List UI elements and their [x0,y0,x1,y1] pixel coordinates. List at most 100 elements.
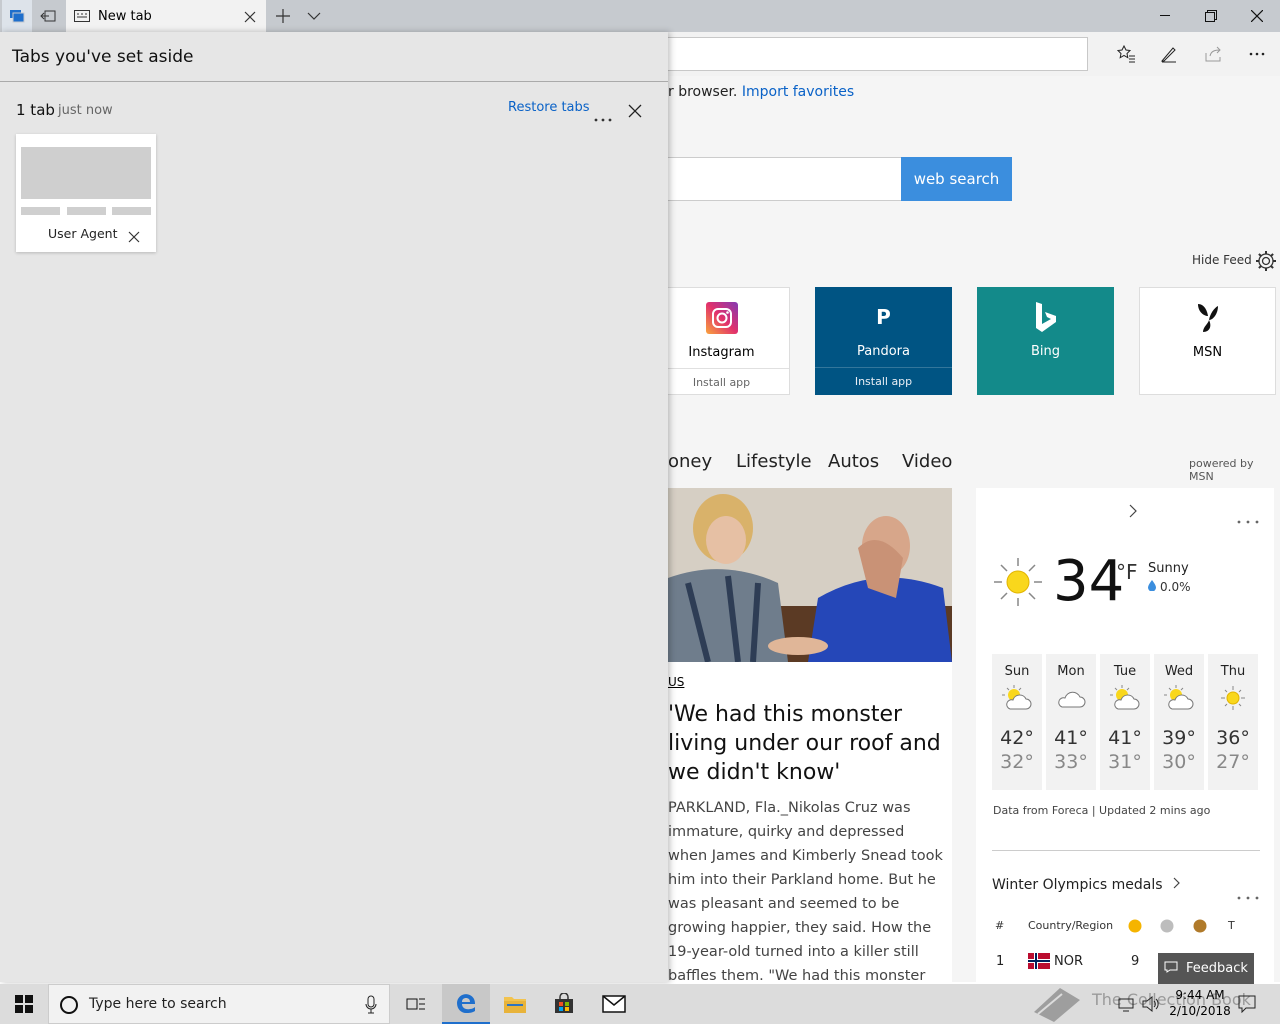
medal-gold-count: 9 [1131,954,1140,969]
bing-icon [1034,301,1058,337]
nav-autos[interactable]: Autos [828,451,879,472]
forecast-day-name: Tue [1113,664,1137,679]
forecast-high: 41° [1054,727,1088,749]
mail-icon[interactable] [590,984,638,1024]
panel-divider [0,81,668,82]
thumbnail-bar [67,207,106,215]
minimize-button[interactable] [1142,0,1188,32]
news-photo[interactable] [668,488,952,662]
edge-browser-icon[interactable] [442,984,490,1024]
raindrop-icon [1148,580,1156,594]
weather-more-icon[interactable] [1237,509,1259,528]
close-window-button[interactable] [1234,0,1280,32]
tile-msn[interactable]: MSN [1139,287,1276,395]
restore-tabs-link[interactable]: Restore tabs [508,100,590,115]
forecast-day[interactable]: Wed 39° 30° [1154,654,1204,790]
nav-money[interactable]: oney [668,451,712,472]
taskbar-clock[interactable]: 9:44 AM 2/10/2018 [1160,987,1240,1019]
gear-icon[interactable] [1255,250,1277,276]
forecast-day[interactable]: Thu 36° 27° [1208,654,1258,790]
tabs-aside-icon[interactable] [2,0,32,32]
news-summary: PARKLAND, Fla._Nikolas Cruz was immature… [668,800,943,982]
close-tab-icon[interactable] [244,8,256,27]
restore-button[interactable] [1188,0,1234,32]
notifications-icon[interactable] [1238,995,1256,1017]
new-tab-icon [74,7,90,26]
remove-aside-tab-icon[interactable] [128,228,140,247]
web-search-button[interactable]: web search [901,157,1012,201]
taskbar-search-box[interactable]: Type here to search [48,984,390,1024]
watermark-book-icon [1030,982,1084,1026]
windows-start-icon[interactable] [0,984,48,1024]
forecast-day-name: Thu [1220,664,1246,679]
medal-country: NOR [1054,954,1083,969]
forecast-day-name: Sun [1004,664,1030,679]
forecast-day[interactable]: Tue 41° 31° [1100,654,1150,790]
file-explorer-icon[interactable] [491,984,539,1024]
tile-bing[interactable]: Bing [977,287,1114,395]
clock-date: 2/10/2018 [1169,1004,1231,1018]
forecast-day[interactable]: Mon 41° 33° [1046,654,1096,790]
nav-lifestyle[interactable]: Lifestyle [736,451,812,472]
tile-name: Instagram [688,345,755,360]
tile-pandora[interactable]: P Pandora Install app [815,287,952,395]
task-view-icon[interactable] [392,984,440,1024]
feedback-button[interactable]: Feedback [1158,953,1254,984]
thumbnail-bar [112,207,151,215]
forecast-low: 27° [1216,751,1250,773]
new-tab-button[interactable] [268,0,298,32]
import-banner: r browser. Import favorites [668,84,854,100]
forecast-high: 41° [1108,727,1142,749]
partly-sunny-icon [992,685,1042,715]
install-app-link[interactable]: Install app [654,368,789,396]
col-country: Country/Region [1028,919,1114,932]
tab-group-more-icon[interactable] [594,107,612,126]
forecast-high: 39° [1162,727,1196,749]
volume-icon[interactable] [1142,995,1160,1016]
hide-feed-link[interactable]: Hide Feed [1192,253,1252,267]
precipitation: 0.0% [1148,580,1191,594]
forecast-day-name: Wed [1164,664,1194,679]
share-icon[interactable] [1193,38,1233,70]
medals-more-icon[interactable] [1237,885,1259,904]
tile-instagram[interactable]: Instagram Install app [653,287,790,395]
import-text: r browser. [668,84,738,100]
set-tabs-aside-icon[interactable] [33,0,63,32]
medals-title-text: Winter Olympics medals [992,877,1163,893]
forecast-low: 30° [1162,751,1196,773]
aside-tab-thumbnail[interactable]: User Agent [16,134,156,252]
install-app-link[interactable]: Install app [815,367,952,395]
import-favorites-link[interactable]: Import favorites [742,84,854,100]
more-icon[interactable] [1237,38,1277,70]
medals-title[interactable]: Winter Olympics medals [992,877,1181,893]
chevron-right-icon[interactable] [1128,503,1138,522]
news-headline[interactable]: 'We had this monster living under our ro… [668,700,948,787]
store-icon[interactable] [540,984,588,1024]
tab-count: 1 tab [16,101,55,119]
powered-by-msn: powered by MSN [1189,457,1254,483]
web-search-input[interactable] [640,157,902,201]
tab-group-time: just now [58,103,113,118]
nav-video[interactable]: Video [902,451,952,472]
sunny-icon [992,556,1044,612]
bronze-medal-icon [1193,918,1207,937]
temperature-unit: °F [1116,560,1138,584]
feedback-label: Feedback [1186,961,1248,976]
tab-new-tab[interactable]: New tab [66,0,266,32]
cortana-icon [59,995,79,1019]
divider [992,850,1260,851]
microphone-icon[interactable] [365,995,377,1019]
forecast-high: 42° [1000,727,1034,749]
taskbar-search-placeholder: Type here to search [89,996,227,1012]
close-tab-group-icon[interactable] [628,103,642,122]
precipitation-value: 0.0% [1160,580,1191,594]
instagram-icon [705,302,738,338]
notes-pen-icon[interactable] [1149,38,1189,70]
tab-preview-chevron-icon[interactable] [300,0,328,32]
forecast-day[interactable]: Sun 42° 32° [992,654,1042,790]
feedback-icon [1164,961,1178,977]
news-category[interactable]: US [668,675,684,689]
favorites-icon[interactable] [1106,38,1146,70]
tab-title: New tab [98,8,152,24]
network-icon[interactable] [1118,996,1134,1016]
